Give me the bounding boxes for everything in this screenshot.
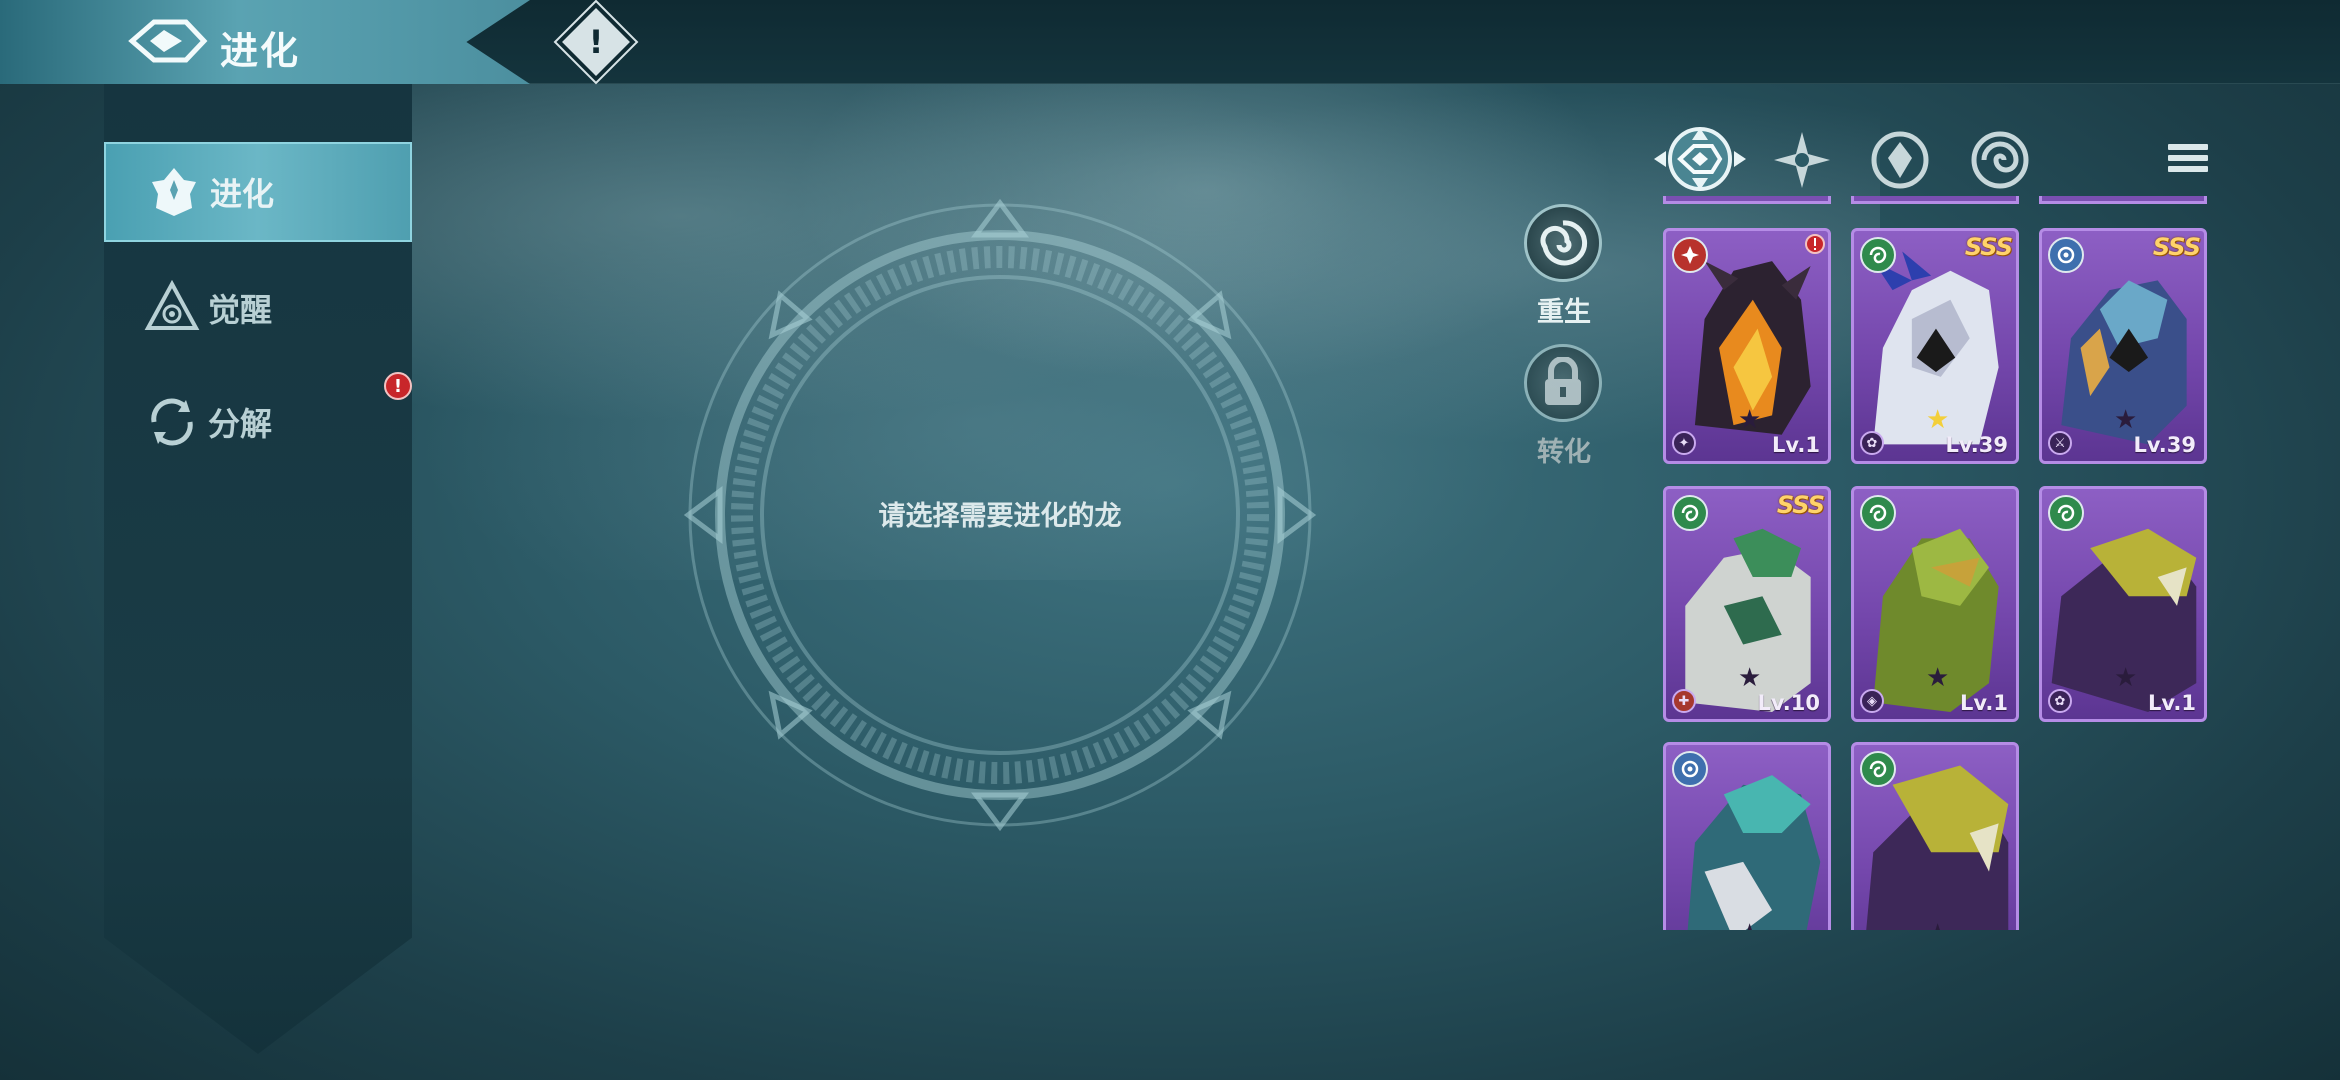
select-dragon-prompt: 请选择需要进化的龙 bbox=[878, 501, 1122, 532]
alert-badge-icon bbox=[1805, 234, 1825, 254]
sidebar-item-label: 进化 bbox=[210, 175, 275, 213]
dragon-card[interactable]: ★ bbox=[1851, 742, 2019, 930]
sidebar-item-label: 觉醒 bbox=[208, 291, 273, 329]
dragon-card[interactable]: SSS ★ ✿ Lv.39 bbox=[1851, 228, 2019, 464]
wind-element-icon bbox=[1860, 495, 1896, 531]
convert-button[interactable] bbox=[1524, 344, 1602, 422]
dragon-level: Lv.1 bbox=[1960, 691, 2008, 715]
decompose-alert-badge: ! bbox=[384, 372, 412, 400]
paw-role-icon: ✿ bbox=[1860, 431, 1884, 455]
evolve-emblem-icon bbox=[128, 19, 208, 63]
awaken-triangle-icon bbox=[144, 280, 200, 330]
water-element-icon bbox=[2048, 237, 2084, 273]
sidebar-item-decompose[interactable]: 分解 bbox=[104, 372, 412, 472]
dragon-level: Lv.1 bbox=[2148, 691, 2196, 715]
evolve-flower-icon bbox=[152, 168, 196, 216]
card-peek bbox=[2039, 196, 2207, 204]
rarity-badge: SSS bbox=[1964, 233, 2013, 261]
star-icon: ★ bbox=[1926, 919, 1949, 930]
rebirth-label: 重生 bbox=[1537, 297, 1591, 328]
wind-element-icon bbox=[1860, 237, 1896, 273]
wind-element-icon bbox=[1672, 495, 1708, 531]
dragon-card[interactable]: ★ ✦ Lv.1 bbox=[1663, 228, 1831, 464]
card-peek bbox=[1663, 196, 1831, 204]
sidebar-item-label: 分解 bbox=[208, 405, 273, 443]
star-filter-icon[interactable] bbox=[1770, 128, 1834, 192]
sidebar-item-awaken[interactable]: 觉醒 bbox=[104, 258, 412, 358]
list-menu-icon[interactable] bbox=[2168, 144, 2208, 180]
all-filter-icon[interactable] bbox=[1650, 122, 1750, 196]
wing-role-icon: ✦ bbox=[1672, 431, 1696, 455]
star-icon: ★ bbox=[1738, 919, 1761, 930]
crest-filter-icon[interactable] bbox=[1868, 128, 1932, 192]
wind-element-icon bbox=[1860, 751, 1896, 787]
dragon-grid: ★ ✦ Lv.1 SSS ★ ✿ Lv.39 SSS ★ ⚔ Lv.39 SSS… bbox=[1660, 196, 2220, 930]
dragon-card[interactable]: ★ ✿ Lv.1 bbox=[2039, 486, 2207, 722]
warning-diamond-icon[interactable]: ! bbox=[553, 0, 639, 85]
dragon-card[interactable]: ★ ◈ Lv.1 bbox=[1851, 486, 2019, 722]
card-peek bbox=[1851, 196, 2019, 204]
dragon-card[interactable]: SSS ★ ✚ Lv.10 bbox=[1663, 486, 1831, 722]
warning-glyph: ! bbox=[588, 23, 604, 61]
star-icon: ★ bbox=[2114, 405, 2138, 435]
star-icon: ★ bbox=[1738, 663, 1762, 693]
sidebar-item-evolve[interactable]: 进化 bbox=[104, 142, 412, 242]
gold-star-icon: ★ bbox=[1926, 405, 1950, 435]
rebirth-button[interactable] bbox=[1524, 204, 1602, 282]
star-icon: ★ bbox=[1926, 663, 1950, 693]
rebirth-swirl-icon bbox=[1540, 220, 1588, 266]
paw-role-icon: ✿ bbox=[2048, 689, 2072, 713]
blade-role-icon: ⚔ bbox=[2048, 431, 2072, 455]
rarity-badge: SSS bbox=[2152, 233, 2201, 261]
wind-element-icon bbox=[2048, 495, 2084, 531]
dragon-level: Lv.1 bbox=[1772, 433, 1820, 457]
axe-role-icon: ✚ bbox=[1672, 689, 1696, 713]
dragon-card[interactable]: ★ bbox=[1663, 742, 1831, 930]
decompose-cycle-icon bbox=[151, 398, 193, 446]
water-element-icon bbox=[1672, 751, 1708, 787]
dragon-level: Lv.10 bbox=[1757, 691, 1820, 715]
convert-label: 转化 bbox=[1537, 437, 1591, 468]
lock-icon bbox=[1545, 357, 1581, 405]
top-bar: 进化 ! bbox=[0, 0, 2340, 85]
dragon-level: Lv.39 bbox=[2133, 433, 2196, 457]
star-icon: ★ bbox=[1738, 405, 1762, 435]
shield-role-icon: ◈ bbox=[1860, 689, 1884, 713]
swirl-filter-icon[interactable] bbox=[1968, 128, 2032, 192]
dragon-card[interactable]: SSS ★ ⚔ Lv.39 bbox=[2039, 228, 2207, 464]
dragon-level: Lv.39 bbox=[1945, 433, 2008, 457]
fire-element-icon bbox=[1672, 237, 1708, 273]
star-icon: ★ bbox=[2114, 663, 2138, 693]
page-title: 进化 bbox=[220, 29, 301, 73]
rarity-badge: SSS bbox=[1776, 491, 1825, 519]
